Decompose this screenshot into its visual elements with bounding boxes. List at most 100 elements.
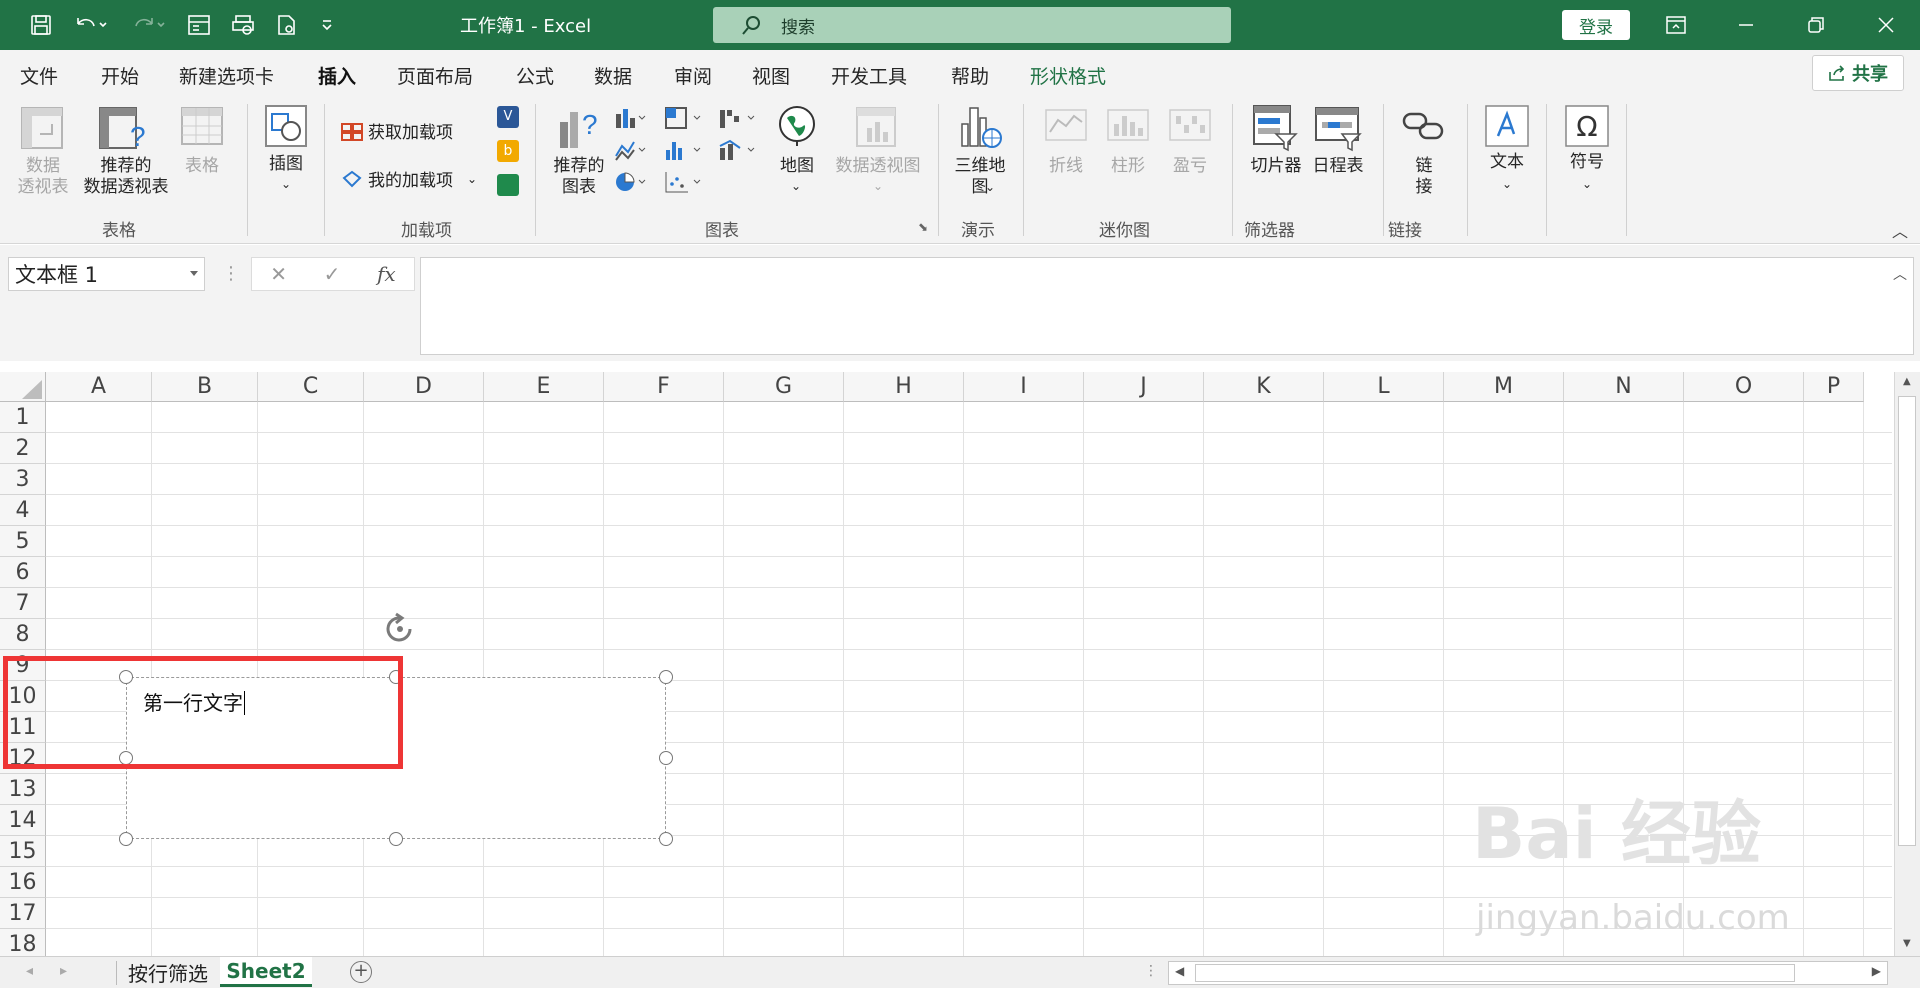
rotate-handle-icon[interactable] <box>380 611 420 651</box>
resize-handle[interactable] <box>389 832 403 846</box>
scroll-right-icon[interactable]: ▶ <box>1872 964 1881 978</box>
sparkline-winloss-button[interactable]: 盈亏 <box>1164 156 1216 177</box>
print-icon[interactable] <box>272 9 302 41</box>
map-button[interactable]: 地图 <box>770 156 824 177</box>
add-sheet-icon[interactable]: + <box>350 961 372 983</box>
horizontal-scrollbar[interactable]: ◀ ▶ <box>1168 961 1888 985</box>
tab-page-layout[interactable]: 页面布局 <box>397 62 473 89</box>
column-header[interactable]: P <box>1804 372 1864 402</box>
prev-sheet-icon[interactable]: ◂ <box>26 963 33 979</box>
minimize-icon[interactable] <box>1711 0 1781 50</box>
collapse-formula-icon[interactable]: ︿ <box>1893 264 1907 284</box>
tab-help[interactable]: 帮助 <box>951 62 989 89</box>
sheet-tab[interactable]: 按行筛选 <box>118 957 218 987</box>
tab-shape-format[interactable]: 形状格式 <box>1030 62 1106 89</box>
chevron-down-icon[interactable] <box>190 271 198 276</box>
column-header[interactable]: D <box>364 372 484 402</box>
dialog-launcher-icon[interactable]: ⬊ <box>918 220 928 234</box>
row-header[interactable]: 13 <box>0 774 46 805</box>
visio-icon[interactable]: V <box>497 106 519 128</box>
close-icon[interactable] <box>1851 0 1920 50</box>
more-options-icon[interactable]: ⋮ <box>1144 963 1158 979</box>
scroll-thumb[interactable] <box>1898 396 1916 846</box>
column-header[interactable]: C <box>258 372 364 402</box>
tab-insert[interactable]: 插入 <box>318 62 357 101</box>
pivot-table-button[interactable]: 数据 透视表 <box>12 156 74 198</box>
resize-handle[interactable] <box>659 832 673 846</box>
undo-icon[interactable] <box>70 9 112 41</box>
cancel-icon[interactable]: ✕ <box>270 262 287 286</box>
formula-input[interactable]: ︿ <box>420 257 1914 355</box>
tab-formulas[interactable]: 公式 <box>516 62 554 89</box>
pie-chart-icon[interactable] <box>614 170 648 194</box>
tab-new-tab[interactable]: 新建选项卡 <box>179 62 274 89</box>
column-header[interactable]: F <box>604 372 724 402</box>
column-header[interactable]: A <box>46 372 152 402</box>
share-button[interactable]: 共享 <box>1812 55 1904 91</box>
waterfall-chart-icon[interactable] <box>718 106 758 130</box>
table-button[interactable]: 表格 <box>176 156 228 177</box>
vertical-scrollbar[interactable]: ▲ ▼ <box>1894 372 1920 956</box>
row-header[interactable]: 3 <box>0 464 46 495</box>
my-addins-button[interactable]: 我的加载项 ⌄ <box>340 166 477 191</box>
row-header[interactable]: 5 <box>0 526 46 557</box>
redo-icon[interactable] <box>128 9 170 41</box>
row-header[interactable]: 16 <box>0 867 46 898</box>
column-chart-icon[interactable] <box>614 106 648 130</box>
scroll-left-icon[interactable]: ◀ <box>1175 964 1184 978</box>
column-header[interactable]: E <box>484 372 604 402</box>
select-all-corner[interactable] <box>0 372 46 402</box>
recommended-charts-button[interactable]: 推荐的 图表 <box>544 156 614 198</box>
row-header[interactable]: 18 <box>0 929 46 956</box>
scroll-up-icon[interactable]: ▲ <box>1903 376 1911 387</box>
tab-file[interactable]: 文件 <box>20 62 58 89</box>
row-header[interactable]: 1 <box>0 402 46 433</box>
row-header[interactable]: 4 <box>0 495 46 526</box>
save-icon[interactable] <box>26 9 56 41</box>
row-header[interactable]: 14 <box>0 805 46 836</box>
3d-map-button[interactable]: 三维地 图 <box>946 156 1014 198</box>
sheet-tab-active[interactable]: Sheet2 <box>220 957 312 987</box>
slicer-button[interactable]: 切片器 <box>1244 156 1308 177</box>
tab-view[interactable]: 视图 <box>752 62 790 89</box>
scroll-down-icon[interactable]: ▼ <box>1903 938 1911 949</box>
column-header[interactable]: H <box>844 372 964 402</box>
customize-qat-icon[interactable] <box>316 9 338 41</box>
search-box[interactable]: 搜索 <box>713 7 1231 43</box>
tab-developer[interactable]: 开发工具 <box>831 62 907 89</box>
ribbon-display-icon[interactable] <box>1641 0 1711 50</box>
hierarchy-chart-icon[interactable] <box>664 106 704 130</box>
print-preview-icon[interactable] <box>228 9 258 41</box>
link-button[interactable]: 链 接 <box>1404 156 1444 198</box>
tab-data[interactable]: 数据 <box>594 62 632 89</box>
column-header[interactable]: G <box>724 372 844 402</box>
pivot-chart-button[interactable]: 数据透视图 <box>828 156 928 177</box>
column-header[interactable]: O <box>1684 372 1804 402</box>
column-header[interactable]: B <box>152 372 258 402</box>
sparkline-line-button[interactable]: 折线 <box>1040 156 1092 177</box>
combo-chart-icon[interactable] <box>718 138 758 162</box>
row-header[interactable]: 2 <box>0 433 46 464</box>
illustrations-button[interactable]: 插图 <box>256 154 316 175</box>
line-chart-icon[interactable] <box>614 138 648 162</box>
form-icon[interactable] <box>184 9 214 41</box>
people-graph-icon[interactable] <box>497 174 519 196</box>
name-box[interactable]: 文本框 1 <box>8 257 205 291</box>
row-header[interactable]: 6 <box>0 557 46 588</box>
resize-handle[interactable] <box>119 832 133 846</box>
statistic-chart-icon[interactable] <box>664 138 704 162</box>
resize-handle[interactable] <box>659 670 673 684</box>
timeline-button[interactable]: 日程表 <box>1306 156 1370 177</box>
restore-icon[interactable] <box>1781 0 1851 50</box>
next-sheet-icon[interactable]: ▸ <box>60 963 67 979</box>
login-button[interactable]: 登录 <box>1562 10 1630 40</box>
tab-home[interactable]: 开始 <box>101 62 139 89</box>
scatter-chart-icon[interactable] <box>664 170 704 194</box>
recommended-pivot-button[interactable]: 推荐的 数据透视表 <box>74 156 178 198</box>
resize-handle[interactable] <box>659 751 673 765</box>
row-header[interactable]: 17 <box>0 898 46 929</box>
more-options-icon[interactable]: ⋮ <box>222 263 240 284</box>
insert-function-button[interactable]: fx <box>377 262 396 286</box>
sparkline-column-button[interactable]: 柱形 <box>1102 156 1154 177</box>
enter-icon[interactable]: ✓ <box>324 262 341 286</box>
